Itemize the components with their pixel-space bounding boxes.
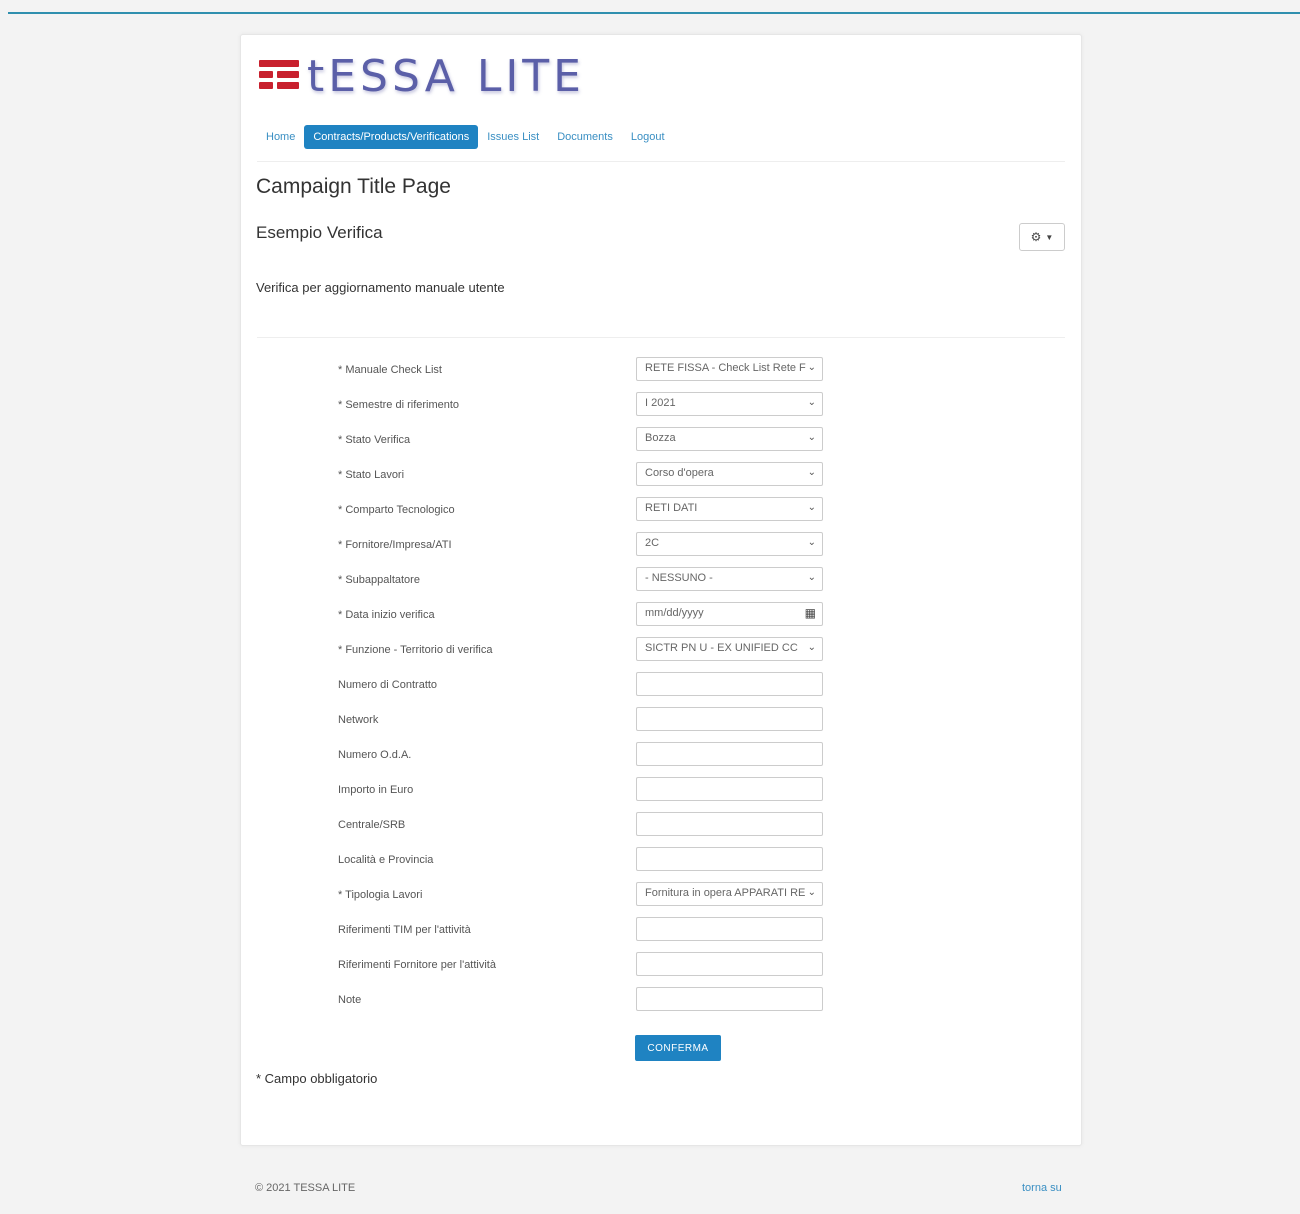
field-label: * Manuale Check List: [338, 364, 442, 376]
field-label: Note: [338, 994, 362, 1006]
chevron-down-icon: ⌄: [807, 467, 816, 478]
form-row-manuale: * Manuale Check List RETE FISSA - Check …: [241, 357, 1081, 383]
chevron-down-icon: ⌄: [807, 502, 816, 513]
form-row-stato-lavori: * Stato Lavori Corso d'opera ⌄: [241, 462, 1081, 488]
semestre-select[interactable]: I 2021 ⌄: [636, 392, 823, 416]
chevron-down-icon: ⌄: [807, 362, 816, 373]
funzione-territorio-select[interactable]: SICTR PN U - EX UNIFIED CC ⌄: [636, 637, 823, 661]
form-row-numero-contratto: Numero di Contratto: [241, 672, 1081, 698]
form-row-semestre: * Semestre di riferimento I 2021 ⌄: [241, 392, 1081, 418]
field-label: Numero O.d.A.: [338, 749, 412, 761]
form-row-riferimenti-tim: Riferimenti TIM per l'attività: [241, 917, 1081, 943]
confirm-button[interactable]: CONFERMA: [635, 1035, 721, 1061]
form-row-fornitore: * Fornitore/Impresa/ATI 2C ⌄: [241, 532, 1081, 558]
main-nav: Home Contracts/Products/Verifications Is…: [257, 123, 674, 151]
nav-documents[interactable]: Documents: [548, 125, 622, 149]
field-label: Network: [338, 714, 379, 726]
divider: [257, 161, 1065, 162]
field-label: Località e Provincia: [338, 854, 434, 866]
riferimenti-tim-input[interactable]: [636, 917, 823, 941]
form-row-importo: Importo in Euro: [241, 777, 1081, 803]
form-row-funzione: * Funzione - Territorio di verifica SICT…: [241, 637, 1081, 663]
field-label: Importo in Euro: [338, 784, 414, 796]
field-label: * Comparto Tecnologico: [338, 504, 455, 516]
field-label: * Funzione - Territorio di verifica: [338, 644, 493, 656]
form-row-data-inizio: * Data inizio verifica mm/dd/yyyy ▦: [241, 602, 1081, 628]
form-row-numero-oda: Numero O.d.A.: [241, 742, 1081, 768]
main-panel: tESSA LITE Home Contracts/Products/Verif…: [240, 34, 1082, 1146]
form-row-riferimenti-fornitore: Riferimenti Fornitore per l'attività: [241, 952, 1081, 978]
chevron-down-icon: ⌄: [807, 572, 816, 583]
localita-provincia-input[interactable]: [636, 847, 823, 871]
gear-icon: ⚙: [1030, 230, 1042, 244]
nav-home[interactable]: Home: [257, 125, 304, 149]
form-row-stato-verifica: * Stato Verifica Bozza ⌄: [241, 427, 1081, 453]
chevron-down-icon: ⌄: [807, 397, 816, 408]
field-label: Riferimenti Fornitore per l'attività: [338, 959, 496, 971]
form-row-subappaltatore: * Subappaltatore - NESSUNO - ⌄: [241, 567, 1081, 593]
comparto-tecnologico-select[interactable]: RETI DATI ⌄: [636, 497, 823, 521]
network-input[interactable]: [636, 707, 823, 731]
field-label: * Tipologia Lavori: [338, 889, 423, 901]
field-label: * Semestre di riferimento: [338, 399, 460, 411]
numero-contratto-input[interactable]: [636, 672, 823, 696]
stato-verifica-select[interactable]: Bozza ⌄: [636, 427, 823, 451]
field-label: Numero di Contratto: [338, 679, 438, 691]
data-inizio-date-input[interactable]: mm/dd/yyyy ▦: [636, 602, 823, 626]
chevron-down-icon: ⌄: [807, 887, 816, 898]
form-row-network: Network: [241, 707, 1081, 733]
settings-dropdown-button[interactable]: ⚙ ▼: [1019, 223, 1065, 251]
top-accent-line: [8, 12, 1300, 14]
riferimenti-fornitore-input[interactable]: [636, 952, 823, 976]
fornitore-select[interactable]: 2C ⌄: [636, 532, 823, 556]
divider: [257, 337, 1065, 338]
tipologia-lavori-select[interactable]: Fornitura in opera APPARATI RE ⌄: [636, 882, 823, 906]
chevron-down-icon: ⌄: [807, 432, 816, 443]
form-row-localita: Località e Provincia: [241, 847, 1081, 873]
note-input[interactable]: [636, 987, 823, 1011]
nav-logout[interactable]: Logout: [622, 125, 674, 149]
app-logo[interactable]: tESSA LITE: [259, 50, 585, 102]
numero-oda-input[interactable]: [636, 742, 823, 766]
field-label: Centrale/SRB: [338, 819, 406, 831]
form-row-centrale: Centrale/SRB: [241, 812, 1081, 838]
logo-text: tESSA LITE: [307, 50, 585, 102]
logo-mark-icon: [259, 56, 299, 96]
chevron-down-icon: ⌄: [807, 537, 816, 548]
verification-description: Verifica per aggiornamento manuale utent…: [256, 280, 505, 295]
section-title: Esempio Verifica: [256, 223, 383, 242]
caret-down-icon: ▼: [1045, 232, 1054, 242]
importo-euro-input[interactable]: [636, 777, 823, 801]
footer-copyright: © 2021 TESSA LITE: [255, 1182, 356, 1194]
field-label: Riferimenti TIM per l'attività: [338, 924, 471, 936]
form-row-note: Note: [241, 987, 1081, 1013]
field-label: * Stato Lavori: [338, 469, 405, 481]
chevron-down-icon: ⌄: [807, 642, 816, 653]
field-label: * Fornitore/Impresa/ATI: [338, 539, 452, 551]
field-label: * Subappaltatore: [338, 574, 420, 586]
nav-contracts-products-verifications[interactable]: Contracts/Products/Verifications: [304, 125, 479, 149]
page-title: Campaign Title Page: [256, 175, 451, 198]
manuale-check-list-select[interactable]: RETE FISSA - Check List Rete F ⌄: [636, 357, 823, 381]
form-row-tipologia: * Tipologia Lavori Fornitura in opera AP…: [241, 882, 1081, 908]
required-field-note: * Campo obbligatorio: [256, 1071, 378, 1086]
stato-lavori-select[interactable]: Corso d'opera ⌄: [636, 462, 823, 486]
back-to-top-link[interactable]: torna su: [1022, 1182, 1062, 1194]
nav-issues-list[interactable]: Issues List: [478, 125, 548, 149]
subappaltatore-select[interactable]: - NESSUNO - ⌄: [636, 567, 823, 591]
field-label: * Data inizio verifica: [338, 609, 435, 621]
calendar-icon[interactable]: ▦: [805, 606, 816, 620]
field-label: * Stato Verifica: [338, 434, 411, 446]
form-row-comparto: * Comparto Tecnologico RETI DATI ⌄: [241, 497, 1081, 523]
centrale-srb-input[interactable]: [636, 812, 823, 836]
